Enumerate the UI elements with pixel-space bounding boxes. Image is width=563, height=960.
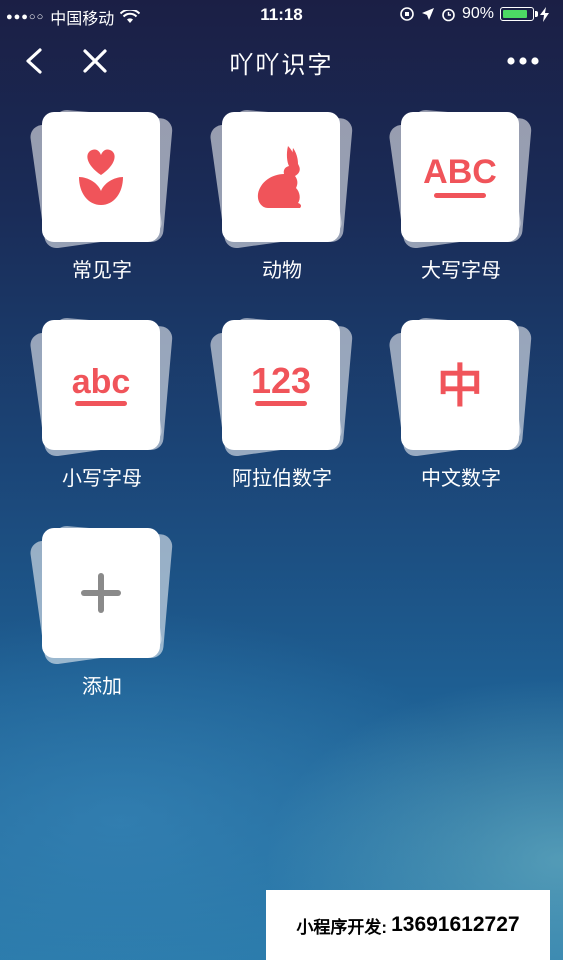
icon-text: 中 (437, 359, 483, 413)
tile-label: 小写字母 (62, 468, 142, 490)
icon-text: 123 (251, 360, 311, 401)
abc-uppercase-icon: ABC (423, 153, 497, 198)
tile-label: 添加 (82, 676, 122, 698)
more-dots-icon[interactable] (503, 46, 543, 76)
rabbit-icon (257, 146, 302, 208)
tulip-heart-icon (79, 149, 123, 205)
tile-card (42, 528, 160, 658)
tile-lowercase[interactable]: abc 小写字母 (28, 317, 174, 491)
tile-card: abc (42, 320, 160, 450)
zhong-char-icon: 中 (437, 359, 483, 413)
numbers-123-icon: 123 (251, 360, 311, 406)
tile-card: 123 (222, 320, 340, 450)
tile-card: 中 (401, 320, 519, 450)
tile-label: 大写字母 (421, 260, 501, 282)
tile-label: 常见字 (72, 260, 132, 282)
tile-arabic-numerals[interactable]: 123 阿拉伯数字 (208, 317, 354, 491)
tile-label: 阿拉伯数字 (232, 468, 332, 490)
plus-icon (81, 573, 121, 613)
tile-chinese-numerals[interactable]: 中 中文数字 (387, 317, 533, 491)
icon-text: ABC (423, 153, 497, 191)
contact-banner: 小程序开发: 13691612727 (266, 890, 550, 960)
battery-icon (500, 7, 538, 21)
nav-bar: 吖吖识字 (0, 30, 563, 92)
tile-card (42, 112, 160, 242)
abc-lowercase-icon: abc (72, 363, 131, 406)
icon-text: abc (72, 363, 131, 401)
tile-add[interactable]: 添加 (28, 525, 174, 699)
battery-percent: 90% (461, 5, 494, 22)
tile-animals[interactable]: 动物 (208, 109, 354, 283)
banner-prefix: 小程序开发: (296, 917, 388, 937)
tile-uppercase[interactable]: ABC 大写字母 (387, 109, 533, 283)
page-title: 吖吖识字 (229, 52, 334, 79)
status-right: 90% (399, 5, 549, 23)
charging-icon (540, 6, 549, 22)
location-icon (421, 8, 434, 20)
tile-card: ABC (401, 112, 519, 242)
banner-phone: 13691612727 (391, 913, 520, 936)
tile-common-chars[interactable]: 常见字 (28, 109, 174, 283)
alarm-icon (442, 8, 455, 21)
orientation-lock-icon (400, 7, 414, 21)
tile-label: 中文数字 (421, 468, 501, 490)
status-bar: ●●●○○ 中国移动 11:18 90% (0, 0, 563, 30)
tile-label: 动物 (262, 260, 302, 282)
tile-card (222, 112, 340, 242)
